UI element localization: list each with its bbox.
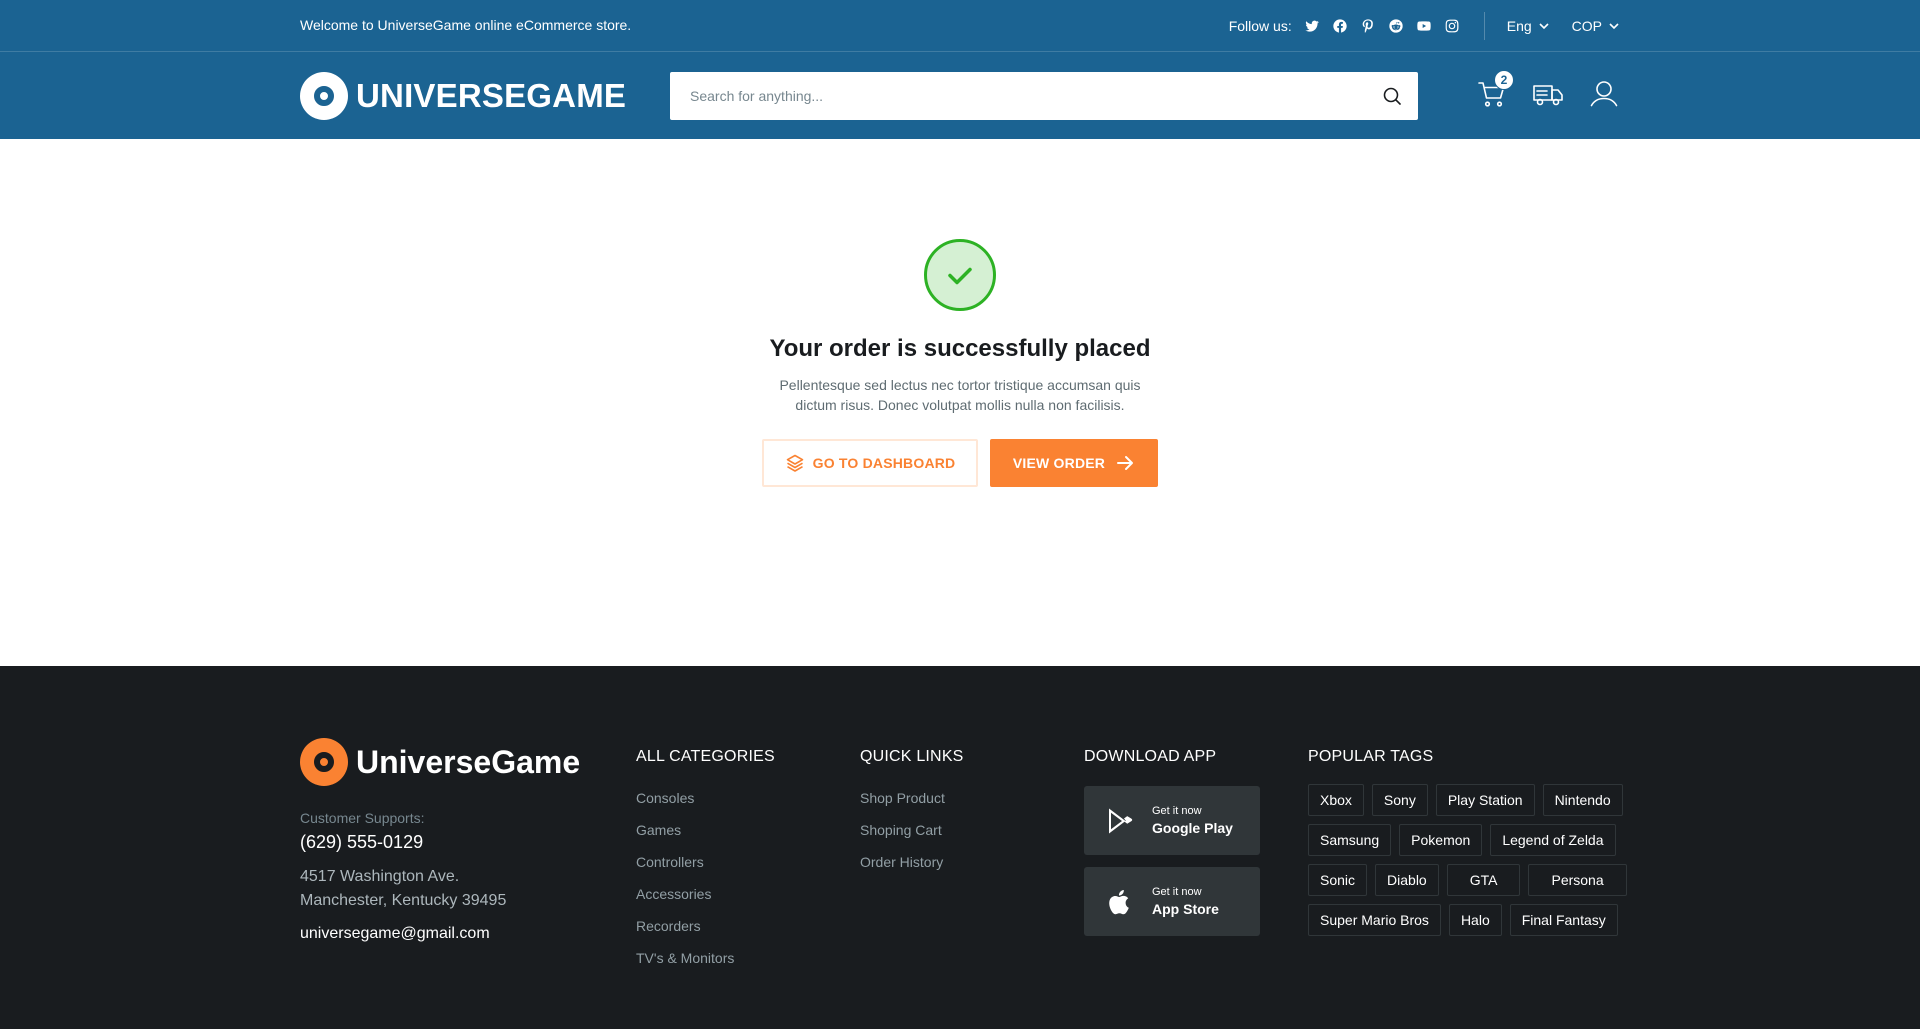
stack-icon bbox=[786, 454, 803, 472]
tag-sonic[interactable]: Sonic bbox=[1308, 864, 1368, 896]
footer-download-app: DOWNLOAD APP Get it now Google Play Get … bbox=[1084, 738, 1260, 936]
chevron-down-icon bbox=[1539, 23, 1549, 30]
tag-sony[interactable]: Sony bbox=[1371, 784, 1428, 816]
instagram-icon[interactable] bbox=[1444, 18, 1460, 34]
currency-label: COP bbox=[1571, 18, 1602, 34]
google-play-icon bbox=[1104, 805, 1136, 837]
order-tracking-button[interactable] bbox=[1532, 78, 1564, 110]
quick-links-list: Shop Product Shoping Cart Order History bbox=[860, 782, 964, 878]
page-title: Your order is successfully placed bbox=[769, 335, 1151, 362]
site-logo[interactable]: UNIVERSEGAME bbox=[300, 72, 626, 120]
google-play-button[interactable]: Get it now Google Play bbox=[1084, 786, 1260, 855]
cart-button[interactable]: 2 bbox=[1476, 70, 1514, 110]
support-phone[interactable]: (629) 555-0129 bbox=[300, 832, 580, 853]
twitter-icon[interactable] bbox=[1304, 18, 1320, 34]
success-description: Pellentesque sed lectus nec tortor trist… bbox=[779, 377, 1141, 413]
currency-select[interactable]: COP bbox=[1572, 18, 1620, 34]
footer-logo[interactable]: UniverseGame bbox=[300, 738, 580, 786]
order-success-section: Your order is successfully placed Pellen… bbox=[0, 139, 1920, 666]
app-store-caption: Get it now bbox=[1152, 886, 1202, 898]
category-link[interactable]: Consoles bbox=[636, 782, 775, 814]
tag-super-mario-bros[interactable]: Super Mario Bros bbox=[1308, 904, 1441, 936]
tag-legend-of-zelda[interactable]: Legend of Zelda bbox=[1490, 824, 1616, 856]
category-link[interactable]: Recorders bbox=[636, 910, 775, 942]
tag-halo[interactable]: Halo bbox=[1448, 904, 1502, 936]
google-play-caption: Get it now bbox=[1152, 805, 1202, 817]
quick-links-heading: QUICK LINKS bbox=[860, 748, 964, 765]
tag-gta[interactable]: GTA bbox=[1446, 864, 1521, 896]
apple-icon bbox=[1104, 886, 1136, 918]
search-bar bbox=[670, 72, 1418, 120]
address: 4517 Washington Ave. Manchester, Kentuck… bbox=[300, 865, 580, 913]
truck-icon bbox=[1533, 85, 1563, 106]
youtube-icon[interactable] bbox=[1416, 18, 1432, 34]
social-links bbox=[1304, 18, 1460, 34]
cart-count-badge: 2 bbox=[1494, 70, 1514, 90]
action-buttons: GO TO DASHBOARD VIEW ORDER bbox=[760, 439, 1160, 487]
footer-quick-links: QUICK LINKS Shop Product Shoping Cart Or… bbox=[860, 738, 964, 878]
tag-persona[interactable]: Persona bbox=[1528, 864, 1627, 896]
view-order-button[interactable]: VIEW ORDER bbox=[990, 439, 1158, 487]
category-link[interactable]: Games bbox=[636, 814, 775, 846]
footer-categories: ALL CATEGORIES Consoles Games Controller… bbox=[636, 738, 775, 974]
categories-list: Consoles Games Controllers Accessories R… bbox=[636, 782, 775, 974]
language-label: Eng bbox=[1506, 18, 1532, 34]
arrow-right-icon bbox=[1117, 456, 1134, 470]
logo-text: UNIVERSEGAME bbox=[356, 77, 627, 114]
topbar-divider bbox=[1483, 12, 1485, 40]
header-actions: 2 bbox=[1476, 70, 1620, 110]
account-button[interactable] bbox=[1588, 78, 1620, 110]
tag-diablo[interactable]: Diablo bbox=[1375, 864, 1439, 896]
category-link[interactable]: Controllers bbox=[636, 846, 775, 878]
category-link[interactable]: Accessories bbox=[636, 878, 775, 910]
tag-list: Xbox Sony Play Station Nintendo Samsung … bbox=[1308, 784, 1648, 936]
go-to-dashboard-label: GO TO DASHBOARD bbox=[812, 455, 956, 471]
tag-play-station[interactable]: Play Station bbox=[1435, 784, 1535, 816]
chevron-down-icon bbox=[1609, 23, 1619, 30]
logo-icon bbox=[300, 72, 348, 120]
view-order-label: VIEW ORDER bbox=[1012, 455, 1106, 471]
app-store-label: App Store bbox=[1152, 901, 1219, 917]
footer-contact: UniverseGame Customer Supports: (629) 55… bbox=[300, 738, 580, 943]
search-input[interactable] bbox=[670, 72, 1382, 120]
footer: UniverseGame Customer Supports: (629) 55… bbox=[0, 666, 1920, 1029]
main-header: UNIVERSEGAME 2 bbox=[0, 52, 1920, 139]
category-link[interactable]: TV's & Monitors bbox=[636, 942, 775, 974]
tag-xbox[interactable]: Xbox bbox=[1308, 784, 1364, 816]
tag-final-fantasy[interactable]: Final Fantasy bbox=[1509, 904, 1618, 936]
support-label: Customer Supports: bbox=[300, 810, 425, 826]
search-icon[interactable] bbox=[1382, 86, 1402, 106]
footer-logo-icon bbox=[300, 738, 348, 786]
address-line-1: 4517 Washington Ave. bbox=[300, 868, 460, 885]
reddit-icon[interactable] bbox=[1388, 18, 1404, 34]
pinterest-icon[interactable] bbox=[1360, 18, 1376, 34]
footer-popular-tags: POPULAR TAGS Xbox Sony Play Station Nint… bbox=[1308, 738, 1648, 936]
tag-samsung[interactable]: Samsung bbox=[1308, 824, 1392, 856]
facebook-icon[interactable] bbox=[1332, 18, 1348, 34]
tag-nintendo[interactable]: Nintendo bbox=[1542, 784, 1623, 816]
welcome-message: Welcome to UniverseGame online eCommerce… bbox=[300, 17, 632, 33]
go-to-dashboard-button[interactable]: GO TO DASHBOARD bbox=[762, 439, 978, 487]
app-store-button[interactable]: Get it now App Store bbox=[1084, 867, 1260, 936]
popular-tags-heading: POPULAR TAGS bbox=[1308, 748, 1434, 765]
language-select[interactable]: Eng bbox=[1507, 18, 1550, 34]
top-bar: Welcome to UniverseGame online eCommerce… bbox=[0, 0, 1920, 52]
user-icon bbox=[1590, 81, 1618, 107]
download-app-heading: DOWNLOAD APP bbox=[1084, 748, 1217, 765]
quick-link[interactable]: Shop Product bbox=[860, 782, 964, 814]
follow-label: Follow us: bbox=[1228, 18, 1292, 34]
check-circle-icon bbox=[924, 239, 996, 311]
categories-heading: ALL CATEGORIES bbox=[636, 748, 775, 765]
quick-link[interactable]: Shoping Cart bbox=[860, 814, 964, 846]
address-line-2: Manchester, Kentucky 39495 bbox=[300, 892, 507, 909]
tag-pokemon[interactable]: Pokemon bbox=[1399, 824, 1483, 856]
support-email[interactable]: universegame@gmail.com bbox=[300, 925, 580, 943]
footer-logo-text: UniverseGame bbox=[356, 743, 581, 780]
google-play-label: Google Play bbox=[1152, 820, 1233, 836]
quick-link[interactable]: Order History bbox=[860, 846, 964, 878]
success-panel: Your order is successfully placed Pellen… bbox=[760, 239, 1160, 487]
